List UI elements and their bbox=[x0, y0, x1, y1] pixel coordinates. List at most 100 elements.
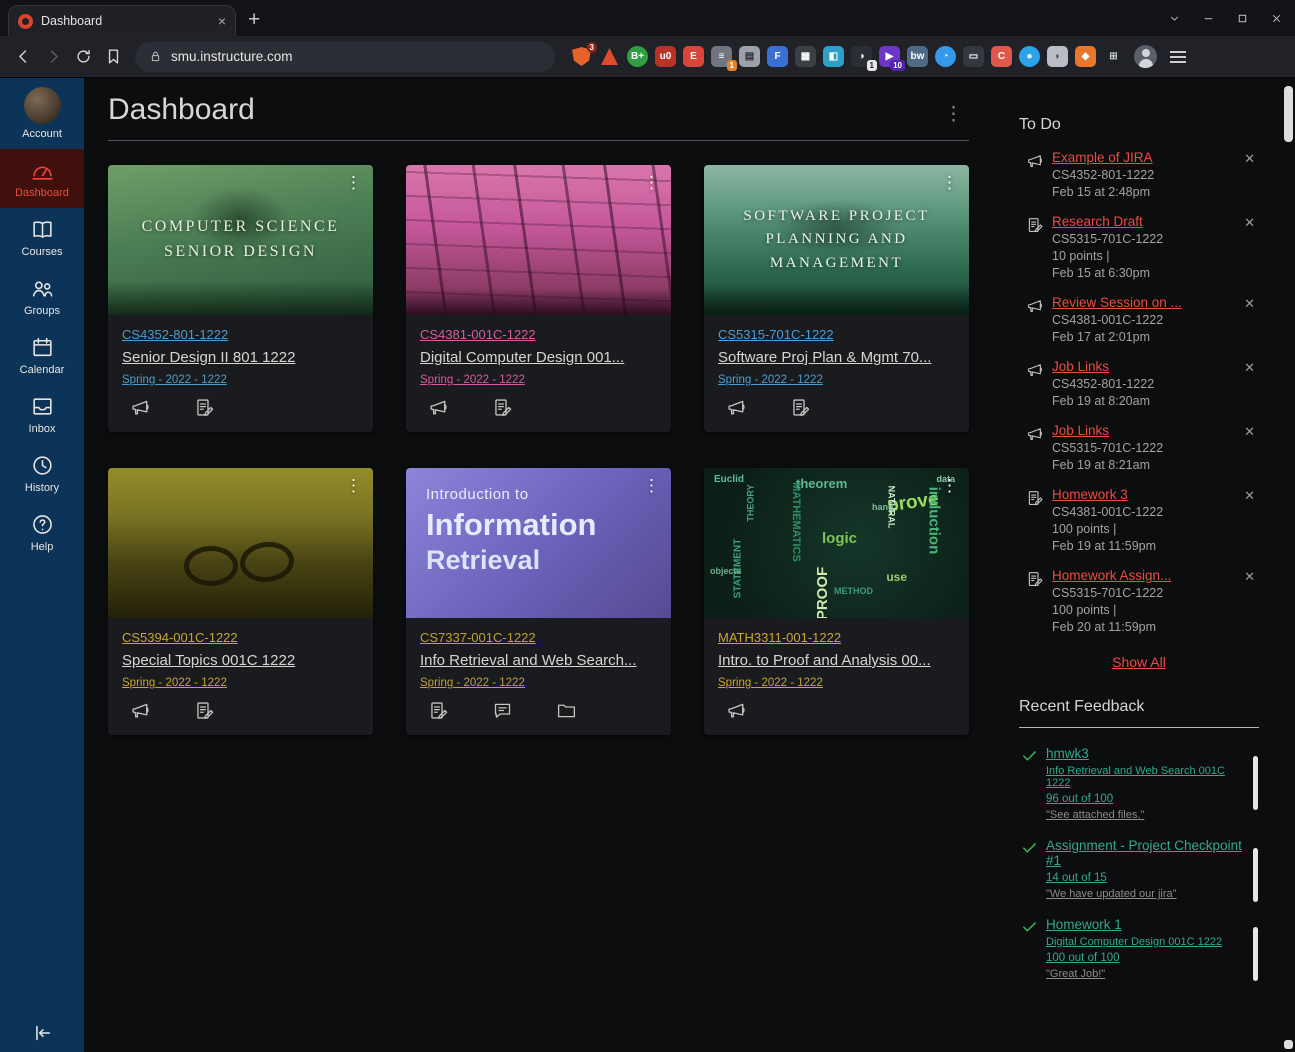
sidebar-item-inbox[interactable]: Inbox bbox=[0, 385, 84, 444]
announcements-icon[interactable] bbox=[130, 397, 194, 423]
page-scrollbar[interactable] bbox=[1282, 84, 1295, 1052]
tab-close-icon[interactable]: × bbox=[218, 14, 226, 28]
ext-bird-icon[interactable]: ● bbox=[1019, 46, 1040, 67]
course-code-link[interactable]: CS5394-001C-1222 bbox=[122, 630, 359, 645]
todo-item-link[interactable]: Review Session on ... bbox=[1052, 295, 1240, 310]
collapse-nav-button[interactable] bbox=[0, 1022, 84, 1044]
ext-screenshot-icon[interactable]: ▭ bbox=[963, 46, 984, 67]
course-title-link[interactable]: Senior Design II 801 1222 bbox=[122, 349, 359, 366]
scrollbar-thumb[interactable] bbox=[1284, 86, 1293, 142]
card-options-button[interactable]: ⋮ bbox=[637, 170, 666, 195]
sidebar-item-groups[interactable]: Groups bbox=[0, 267, 84, 326]
sidebar-item-help[interactable]: Help bbox=[0, 503, 84, 562]
card-options-button[interactable]: ⋮ bbox=[339, 473, 368, 498]
dismiss-todo-button[interactable]: ✕ bbox=[1240, 295, 1259, 312]
back-button[interactable] bbox=[8, 42, 38, 72]
course-title-link[interactable]: Digital Computer Design 001... bbox=[420, 349, 657, 366]
course-code-link[interactable]: MATH3311-001-1222 bbox=[718, 630, 955, 645]
window-minimize-button[interactable] bbox=[1191, 3, 1225, 33]
card-options-button[interactable]: ⋮ bbox=[637, 473, 666, 498]
browser-tab[interactable]: Dashboard × bbox=[8, 5, 236, 36]
course-title-link[interactable]: Special Topics 001C 1222 bbox=[122, 652, 359, 669]
todo-item-link[interactable]: Homework 3 bbox=[1052, 487, 1240, 502]
feedback-course-link[interactable]: Info Retrieval and Web Search 001C 1222 bbox=[1046, 765, 1243, 789]
assignments-icon[interactable] bbox=[492, 397, 556, 423]
assignments-icon[interactable] bbox=[428, 700, 492, 726]
sidebar-item-account[interactable]: Account bbox=[0, 78, 84, 149]
ext-darkmode-icon[interactable]: ◑1 bbox=[851, 46, 872, 67]
scrollbar-thumb[interactable] bbox=[1253, 756, 1258, 810]
dismiss-todo-button[interactable]: ✕ bbox=[1240, 568, 1259, 585]
forward-button[interactable] bbox=[38, 42, 68, 72]
scrollbar-thumb[interactable] bbox=[1253, 927, 1258, 981]
sidebar-item-courses[interactable]: Courses bbox=[0, 208, 84, 267]
course-code-link[interactable]: CS5315-701C-1222 bbox=[718, 327, 955, 342]
ext-ublock-icon[interactable]: u0 bbox=[655, 46, 676, 67]
card-options-button[interactable]: ⋮ bbox=[935, 170, 964, 195]
course-card-image[interactable]: provetheoreminductionMATHEMATICSlogicPRO… bbox=[704, 468, 969, 618]
ext-f-icon[interactable]: F bbox=[767, 46, 788, 67]
window-close-button[interactable] bbox=[1259, 3, 1293, 33]
files-icon[interactable] bbox=[556, 700, 620, 726]
browser-menu-button[interactable] bbox=[1163, 42, 1193, 72]
address-bar[interactable]: smu.instructure.com bbox=[135, 42, 555, 72]
ext-fox-icon[interactable]: ◆ bbox=[1075, 46, 1096, 67]
assignments-icon[interactable] bbox=[194, 700, 258, 726]
sidebar-item-history[interactable]: History bbox=[0, 444, 84, 503]
feedback-comment-link[interactable]: "See attached files." bbox=[1046, 809, 1243, 821]
sidebar-item-dashboard[interactable]: Dashboard bbox=[0, 149, 84, 208]
course-card-image[interactable]: Software Project Planning and Management… bbox=[704, 165, 969, 315]
dismiss-todo-button[interactable]: ✕ bbox=[1240, 150, 1259, 167]
bookmark-icon[interactable] bbox=[98, 42, 128, 72]
feedback-comment-link[interactable]: "We have updated our jira" bbox=[1046, 888, 1243, 900]
reload-button[interactable] bbox=[68, 42, 98, 72]
course-term-link[interactable]: Spring - 2022 - 1222 bbox=[718, 374, 955, 386]
todo-item-link[interactable]: Job Links bbox=[1052, 359, 1240, 374]
feedback-score-link[interactable]: 96 out of 100 bbox=[1046, 793, 1243, 805]
ext-video-icon[interactable]: ▶10 bbox=[879, 46, 900, 67]
course-code-link[interactable]: CS7337-001C-1222 bbox=[420, 630, 657, 645]
ext-notepad-icon[interactable]: ▦ bbox=[795, 46, 816, 67]
discussions-icon[interactable] bbox=[492, 700, 556, 726]
announcements-icon[interactable] bbox=[726, 700, 790, 726]
feedback-assignment-link[interactable]: Assignment - Project Checkpoint #1 bbox=[1046, 838, 1243, 868]
dismiss-todo-button[interactable]: ✕ bbox=[1240, 423, 1259, 440]
todo-item-link[interactable]: Research Draft bbox=[1052, 214, 1240, 229]
feedback-course-link[interactable]: Digital Computer Design 001C 1222 bbox=[1046, 936, 1243, 948]
window-maximize-button[interactable] bbox=[1225, 3, 1259, 33]
course-card-image[interactable]: Computer Science Senior Design ⋮ bbox=[108, 165, 373, 315]
vpn-triangle-icon[interactable] bbox=[599, 46, 620, 67]
announcements-icon[interactable] bbox=[130, 700, 194, 726]
course-code-link[interactable]: CS4352-801-1222 bbox=[122, 327, 359, 342]
show-all-link[interactable]: Show All bbox=[1019, 654, 1259, 670]
course-term-link[interactable]: Spring - 2022 - 1222 bbox=[420, 374, 657, 386]
todo-item-link[interactable]: Job Links bbox=[1052, 423, 1240, 438]
dismiss-todo-button[interactable]: ✕ bbox=[1240, 214, 1259, 231]
scrollbar-thumb[interactable] bbox=[1253, 848, 1258, 902]
ext-keyboard-icon[interactable]: ▤ bbox=[739, 46, 760, 67]
ext-cup-icon[interactable]: C bbox=[991, 46, 1012, 67]
ext-picker-icon[interactable]: ◧ bbox=[823, 46, 844, 67]
card-options-button[interactable]: ⋮ bbox=[935, 473, 964, 498]
course-card-image[interactable]: ⋮ bbox=[108, 468, 373, 618]
ext-ghost-icon[interactable]: ◗ bbox=[1047, 46, 1068, 67]
ext-orbit-icon[interactable]: ◔ bbox=[935, 46, 956, 67]
profile-avatar[interactable] bbox=[1134, 45, 1157, 68]
feedback-assignment-link[interactable]: hmwk3 bbox=[1046, 746, 1243, 761]
course-title-link[interactable]: Intro. to Proof and Analysis 00... bbox=[718, 652, 955, 669]
course-code-link[interactable]: CS4381-001C-1222 bbox=[420, 327, 657, 342]
course-term-link[interactable]: Spring - 2022 - 1222 bbox=[122, 374, 359, 386]
ext-bw-icon[interactable]: bw bbox=[907, 46, 928, 67]
announcements-icon[interactable] bbox=[428, 397, 492, 423]
ext-bplus-icon[interactable]: B+ bbox=[627, 46, 648, 67]
dismiss-todo-button[interactable]: ✕ bbox=[1240, 359, 1259, 376]
brave-shield-icon[interactable]: 3 bbox=[571, 46, 592, 67]
card-options-button[interactable]: ⋮ bbox=[339, 170, 368, 195]
course-card-image[interactable]: Introduction to Information Retrieval ⋮ bbox=[406, 468, 671, 618]
ext-clipboard-icon[interactable]: ≡1 bbox=[711, 46, 732, 67]
tab-search-chevron-icon[interactable] bbox=[1157, 3, 1191, 33]
feedback-comment-link[interactable]: "Great Job!" bbox=[1046, 968, 1243, 980]
extensions-puzzle-icon[interactable]: ⊞ bbox=[1103, 46, 1124, 67]
course-title-link[interactable]: Software Proj Plan & Mgmt 70... bbox=[718, 349, 955, 366]
todo-item-link[interactable]: Example of JIRA bbox=[1052, 150, 1240, 165]
